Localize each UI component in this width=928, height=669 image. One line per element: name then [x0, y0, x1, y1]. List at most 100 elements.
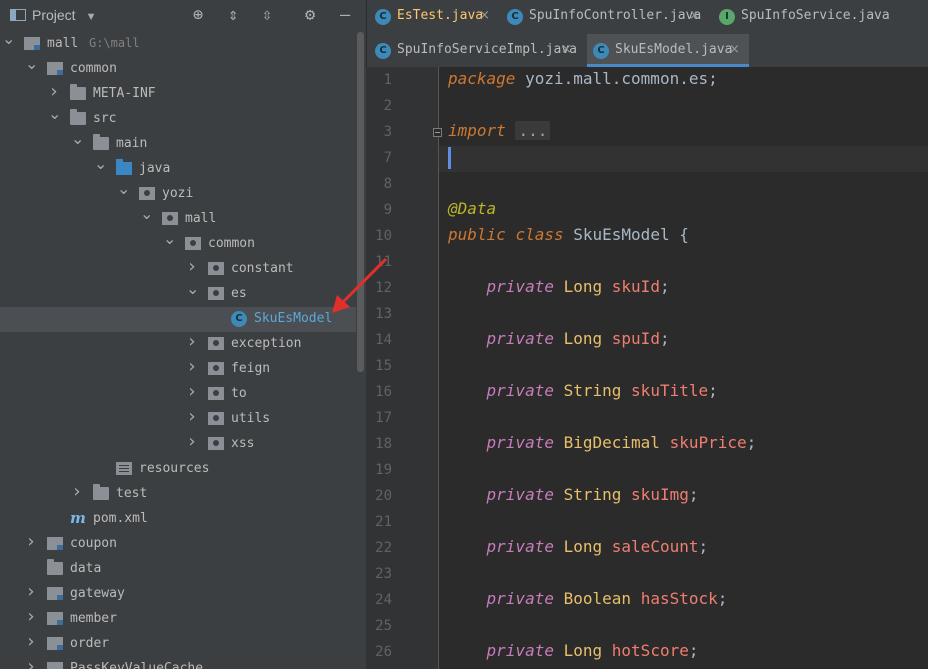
tree-node[interactable]: › to: [0, 382, 356, 407]
module-folder-icon: [47, 62, 63, 75]
fold-expand-icon[interactable]: [433, 128, 442, 137]
chevron-right-icon[interactable]: ›: [186, 408, 198, 426]
tree-node[interactable]: › gateway: [0, 582, 356, 607]
chevron-down-icon[interactable]: ⌄: [2, 30, 15, 48]
line-number: 7: [383, 150, 392, 166]
private-keyword: private: [486, 485, 554, 504]
chevron-right-icon[interactable]: ›: [71, 483, 83, 501]
tree-node[interactable]: ⌄ main: [0, 130, 356, 157]
red-arrow-annotation: [332, 257, 388, 313]
tree-node[interactable]: ⌄ mall: [0, 205, 356, 232]
tab-spuinfoserviceimpl-java[interactable]: C SpuInfoServiceImpl.java ×: [369, 34, 581, 67]
tree-node[interactable]: › xss: [0, 432, 356, 457]
tree-scrollbar[interactable]: [357, 32, 364, 372]
tree-node[interactable]: › exception: [0, 332, 356, 357]
module-folder-icon: [47, 662, 63, 669]
tree-node[interactable]: ⌄ common: [0, 230, 356, 257]
package-icon: [208, 387, 224, 400]
tree-node[interactable]: C SkuEsModel: [0, 307, 356, 332]
tab-spuinfoservice-java[interactable]: I SpuInfoService.java: [713, 0, 899, 33]
tree-node[interactable]: › test: [0, 482, 356, 507]
tree-node[interactable]: m pom.xml: [0, 507, 356, 532]
chevron-down-icon[interactable]: ⌄: [25, 55, 38, 73]
line-number: 24: [375, 592, 392, 608]
tree-node-label: feign: [231, 361, 271, 376]
folded-imports: ...: [515, 121, 551, 140]
line-number: 3: [383, 124, 392, 140]
tree-node[interactable]: › feign: [0, 357, 356, 382]
class-icon: C: [507, 9, 523, 25]
chevron-right-icon[interactable]: ›: [25, 533, 37, 551]
field-type: String: [563, 381, 622, 400]
chevron-down-icon[interactable]: ⌄: [94, 155, 107, 173]
chevron-down-icon[interactable]: ⌄: [48, 105, 61, 123]
tree-node[interactable]: › coupon: [0, 532, 356, 557]
close-icon[interactable]: ×: [561, 42, 572, 57]
tree-node[interactable]: resources: [0, 457, 356, 482]
tree-node[interactable]: ⌄ yozi: [0, 180, 356, 207]
chevron-right-icon[interactable]: ›: [186, 258, 198, 276]
tree-node[interactable]: › utils: [0, 407, 356, 432]
chevron-down-icon[interactable]: ⌄: [163, 230, 176, 248]
package-icon: [208, 337, 224, 350]
code-editor[interactable]: 1237891011121314151617181920212223242526…: [366, 67, 928, 669]
chevron-right-icon[interactable]: ›: [186, 333, 198, 351]
chevron-down-icon[interactable]: ▼: [86, 11, 97, 23]
package-keyword: package: [448, 69, 516, 88]
tree-node[interactable]: ⌄ es: [0, 280, 356, 307]
field-name: hasStock: [640, 589, 718, 608]
chevron-down-icon[interactable]: ⌄: [186, 280, 199, 298]
tree-node[interactable]: › member: [0, 607, 356, 632]
tree-node-label: order: [70, 636, 110, 651]
module-folder-icon: [47, 637, 63, 650]
collapse-all-icon[interactable]: ⇳: [262, 5, 272, 25]
hide-icon[interactable]: —: [340, 5, 350, 25]
tree-node[interactable]: › constant: [0, 257, 356, 282]
chevron-right-icon[interactable]: ›: [48, 83, 60, 101]
package-icon: [208, 262, 224, 275]
field-name: skuImg: [631, 485, 689, 504]
close-icon[interactable]: ×: [729, 42, 740, 57]
project-view-selector[interactable]: Project ▼: [10, 7, 96, 23]
code-line: private Long saleCount;: [448, 537, 709, 556]
tree-node[interactable]: data: [0, 557, 356, 582]
chevron-right-icon[interactable]: ›: [25, 633, 37, 651]
tab-label: SpuInfoService.java: [741, 8, 890, 23]
line-number: 26: [375, 644, 392, 660]
close-icon[interactable]: ×: [689, 8, 700, 23]
chevron-right-icon[interactable]: ›: [186, 433, 198, 451]
chevron-right-icon[interactable]: ›: [25, 583, 37, 601]
tree-node[interactable]: ⌄ mall G:\mall: [0, 30, 356, 57]
locate-icon[interactable]: ⊕: [193, 5, 203, 25]
close-icon[interactable]: ×: [479, 8, 490, 23]
chevron-right-icon[interactable]: ›: [25, 608, 37, 626]
chevron-down-icon[interactable]: ⌄: [71, 130, 84, 148]
tree-node-label: PassKeyValueCache: [70, 661, 204, 669]
class-icon: C: [593, 43, 609, 59]
tree-node-path-hint: G:\mall: [89, 36, 140, 50]
chevron-down-icon[interactable]: ⌄: [117, 180, 130, 198]
tree-node[interactable]: ⌄ java: [0, 155, 356, 182]
tab-skuesmodel-java[interactable]: C SkuEsModel.java ×: [587, 34, 749, 67]
chevron-right-icon[interactable]: ›: [186, 383, 198, 401]
chevron-right-icon[interactable]: ›: [25, 658, 37, 669]
tree-node[interactable]: ⌄ common: [0, 55, 356, 82]
tree-node[interactable]: › order: [0, 632, 356, 657]
tree-node[interactable]: ⌄ src: [0, 105, 356, 132]
expand-all-icon[interactable]: ⇕: [228, 5, 238, 25]
line-number: 25: [375, 618, 392, 634]
chevron-right-icon[interactable]: ›: [186, 358, 198, 376]
chevron-down-icon[interactable]: ⌄: [140, 205, 153, 223]
gear-icon[interactable]: ⚙: [305, 5, 315, 25]
class-icon: C: [375, 43, 391, 59]
tree-node[interactable]: › PassKeyValueCache: [0, 657, 356, 669]
tree-node-label: utils: [231, 411, 271, 426]
tree-node-label: test: [116, 486, 148, 501]
tab-spuinfocontroller-java[interactable]: C SpuInfoController.java ×: [501, 0, 709, 33]
tab-estest-java[interactable]: C EsTest.java ×: [369, 0, 499, 33]
